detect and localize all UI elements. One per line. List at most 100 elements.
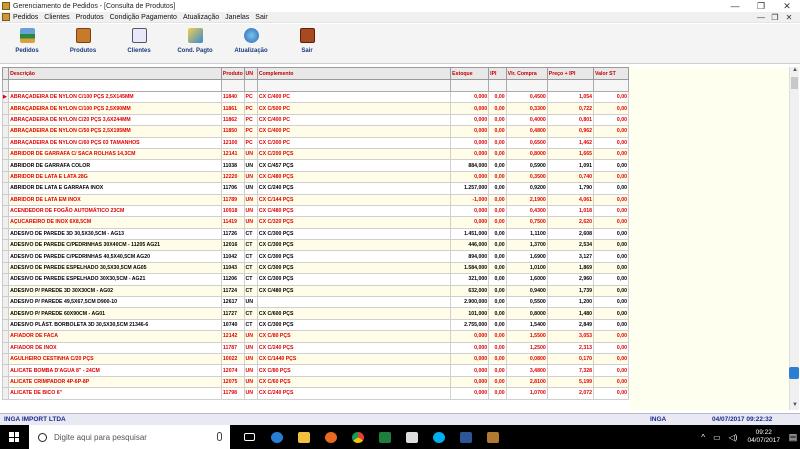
taskbar: Digite aqui para pesquisar ^ ▭ ◁) 09:22 …	[0, 425, 800, 449]
col-header-un[interactable]: UN	[243, 67, 258, 80]
col-header-descricao[interactable]: Descrição	[8, 67, 222, 80]
table-row[interactable]: ALICATE BOMBA D'AGUA 8" - 24CM 12074 UN CX …	[2, 364, 630, 377]
table-row[interactable]: ALICATE DE BICO 6" 11798 UN CX C/240 PÇS 0,0…	[2, 387, 630, 400]
skype-icon[interactable]	[425, 425, 452, 449]
filter-preco-field[interactable]	[546, 79, 594, 92]
sair-button[interactable]: Sair	[282, 28, 332, 62]
table-cell: 0,4000	[505, 113, 548, 127]
filter-ipi-field[interactable]	[488, 79, 507, 92]
app-icon[interactable]	[398, 425, 425, 449]
clientes-button[interactable]: Clientes	[114, 28, 164, 62]
firefox-icon[interactable]	[317, 425, 344, 449]
menu-item-produtos[interactable]: Produtos	[76, 14, 104, 21]
file-explorer-icon[interactable]	[290, 425, 317, 449]
table-row[interactable]: ABRAÇADEIRA DE NYLON C/20 PÇS 3,6X244MM 1…	[2, 113, 630, 127]
produtos-button[interactable]: Produtos	[58, 28, 108, 62]
windows-start-icon[interactable]	[9, 432, 19, 442]
menu-item-sair[interactable]: Sair	[255, 14, 267, 21]
table-cell: UN	[243, 182, 258, 195]
scroll-thumb[interactable]	[791, 77, 798, 89]
table-row[interactable]: ADESIVO DE PAREDE ESPELHADO 30X30,5CM - …	[2, 273, 630, 286]
word-icon[interactable]	[452, 425, 479, 449]
chevron-up-icon[interactable]: ^	[701, 433, 705, 442]
col-header-estoque[interactable]: Estoque	[450, 67, 490, 80]
filter-un-field[interactable]	[243, 79, 258, 92]
taskbar-search-box[interactable]: Digite aqui para pesquisar	[29, 425, 230, 449]
table-row[interactable]: ADESIVO DE PAREDE C/PEDRINHAS 40,5X40,5C…	[2, 250, 630, 263]
table-cell: CX C/300 PÇS	[256, 239, 452, 252]
col-header-vlr-compra[interactable]: Vlr. Compra	[505, 67, 548, 80]
table-row[interactable]: ADESIVO P/ PAREDE 49,5X67,5CM D900-10 126…	[2, 296, 630, 309]
filter-descricao-field[interactable]	[8, 79, 222, 92]
table-row[interactable]: ABRIDOR DE GARRAFA C/ SACA ROLHAS 14,3CM…	[2, 147, 630, 161]
col-header-produto[interactable]: Produto	[220, 67, 245, 80]
app-window-icon[interactable]	[479, 425, 506, 449]
atualizacao-button[interactable]: Atualização	[226, 28, 276, 62]
table-row[interactable]: AGULHEIRO CESTINHA C/20 PÇS 10022 UN CX C/1…	[2, 352, 630, 366]
restore-button[interactable]: ❐	[748, 0, 774, 12]
microphone-icon[interactable]	[217, 432, 222, 441]
table-cell: 0,00	[592, 193, 630, 206]
table-row[interactable]: ABRIDOR DE LATA E LATA 28G 12220 UN CX C/48…	[2, 170, 630, 184]
filter-complemento-field[interactable]	[256, 79, 452, 92]
table-cell: 0,00	[488, 296, 507, 309]
table-row[interactable]: ABRIDOR DE GARRAFA COLOR 11038 UN CX C/457 …	[2, 159, 630, 172]
chrome-icon[interactable]	[344, 425, 371, 449]
table-cell: 0,00	[592, 341, 630, 355]
table-cell: AGULHEIRO CESTINHA C/20 PÇS	[8, 352, 222, 366]
child-minimize-button[interactable]: —	[754, 12, 768, 23]
edge-icon[interactable]	[263, 425, 290, 449]
close-button[interactable]: ✕	[774, 0, 800, 12]
table-row[interactable]: AFIADOR DE FACA 12142 UN CX C/80 PÇS 0,000 0,…	[2, 330, 630, 343]
scroll-down-icon[interactable]: ▼	[790, 402, 800, 410]
table-row[interactable]: ADESIVO DE PAREDE 3D 30,5X30,5CM - AG13 1…	[2, 227, 630, 241]
menu-item-atualizacao[interactable]: Atualização	[183, 14, 219, 21]
table-row[interactable]: AFIADOR DE INOX 11787 UN CX C/240 PÇS 0,000 0…	[2, 341, 630, 355]
col-header-preco-ipi[interactable]: Preço + IPI	[546, 67, 594, 80]
table-row[interactable]: ABRAÇADEIRA DE NYLON C/60 PÇS 03 TAMANHO…	[2, 136, 630, 149]
table-row[interactable]: ALICATE CRIMPADOR 4P-6P-8P 12075 UN CX C/60…	[2, 375, 630, 389]
table-row[interactable]: ADESIVO DE PAREDE ESPELHADO 30,5X30,5CM …	[2, 261, 630, 275]
table-cell: 1,790	[546, 182, 594, 195]
notifications-icon[interactable]: ▤	[786, 425, 800, 449]
col-header-valor-st[interactable]: Valor ST	[592, 67, 630, 80]
col-header-complemento[interactable]: Complemento	[256, 67, 452, 80]
table-row[interactable]: ▶ ABRAÇADEIRA DE NYLON C/100 PÇS 2,5X145M…	[2, 90, 630, 104]
minimize-button[interactable]: —	[722, 0, 748, 12]
menu-item-clientes[interactable]: Clientes	[44, 14, 69, 21]
child-close-button[interactable]: ✕	[782, 12, 796, 23]
vertical-scrollbar[interactable]: ▲ ▼	[789, 67, 799, 410]
table-row[interactable]: ABRAÇADEIRA DE NYLON C/100 PÇS 2,5X90MM 1…	[2, 102, 630, 115]
table-row[interactable]: ABRIDOR DE LATA EM INOX 11789 UN CX C/144 P…	[2, 193, 630, 206]
table-row[interactable]: ADESIVO PLÁST. BORBOLETA 3D 30,5X30,5CM …	[2, 318, 630, 332]
calculator-icon[interactable]	[371, 425, 398, 449]
table-row[interactable]: AÇUCAREIRO DE INOX 6X8,5CM 11419 UN CX C/32…	[2, 216, 630, 229]
volume-icon[interactable]: ◁)	[729, 433, 738, 442]
table-row[interactable]: ADESIVO P/ PAREDE 3D 30X30CM - AG02 11724…	[2, 284, 630, 298]
taskbar-clock[interactable]: 09:22 04/07/2017	[747, 429, 780, 445]
table-row[interactable]: ABRIDOR DE LATA E GARRAFA INOX 11706 UN CX …	[2, 182, 630, 195]
task-view-icon[interactable]	[236, 425, 263, 449]
filter-vlr-compra-field[interactable]	[505, 79, 548, 92]
app-window: Gerenciamento de Pedidos - [Consulta de …	[0, 0, 800, 449]
scroll-up-icon[interactable]: ▲	[790, 67, 800, 75]
help-tab-icon[interactable]	[789, 367, 799, 379]
table-row[interactable]: ACENDEDOR DE FOGÃO AUTOMÁTICO 23CM 10918 U…	[2, 204, 630, 218]
menu-item-pedidos[interactable]: Pedidos	[13, 14, 38, 21]
pedidos-button[interactable]: Pedidos	[2, 28, 52, 62]
network-icon[interactable]: ▭	[713, 433, 721, 442]
menu-item-condicao-pagamento[interactable]: Condição Pagamento	[110, 14, 177, 21]
cond-pagto-button[interactable]: Cond. Pagto	[170, 28, 220, 62]
menu-item-janelas[interactable]: Janelas	[225, 14, 249, 21]
table-cell: CX C/300 PÇS	[256, 261, 452, 275]
table-cell: 1.584,000	[450, 261, 490, 275]
filter-valor-st-field[interactable]	[592, 79, 630, 92]
table-row[interactable]: ADESIVO DE PAREDE C/PEDRINHAS 30X40CM - …	[2, 239, 630, 252]
child-restore-button[interactable]: ❐	[768, 12, 782, 23]
table-cell: CT	[243, 307, 258, 320]
filter-estoque-field[interactable]	[450, 79, 490, 92]
table-row[interactable]: ADESIVO P/ PAREDE 60X90CM - AG01 11727 CT C…	[2, 307, 630, 320]
table-row[interactable]: ABRAÇADEIRA DE NYLON C/50 PÇS 2,5X195MM 1…	[2, 125, 630, 138]
filter-produto-field[interactable]	[220, 79, 245, 92]
col-header-ipi[interactable]: IPI	[488, 67, 507, 80]
